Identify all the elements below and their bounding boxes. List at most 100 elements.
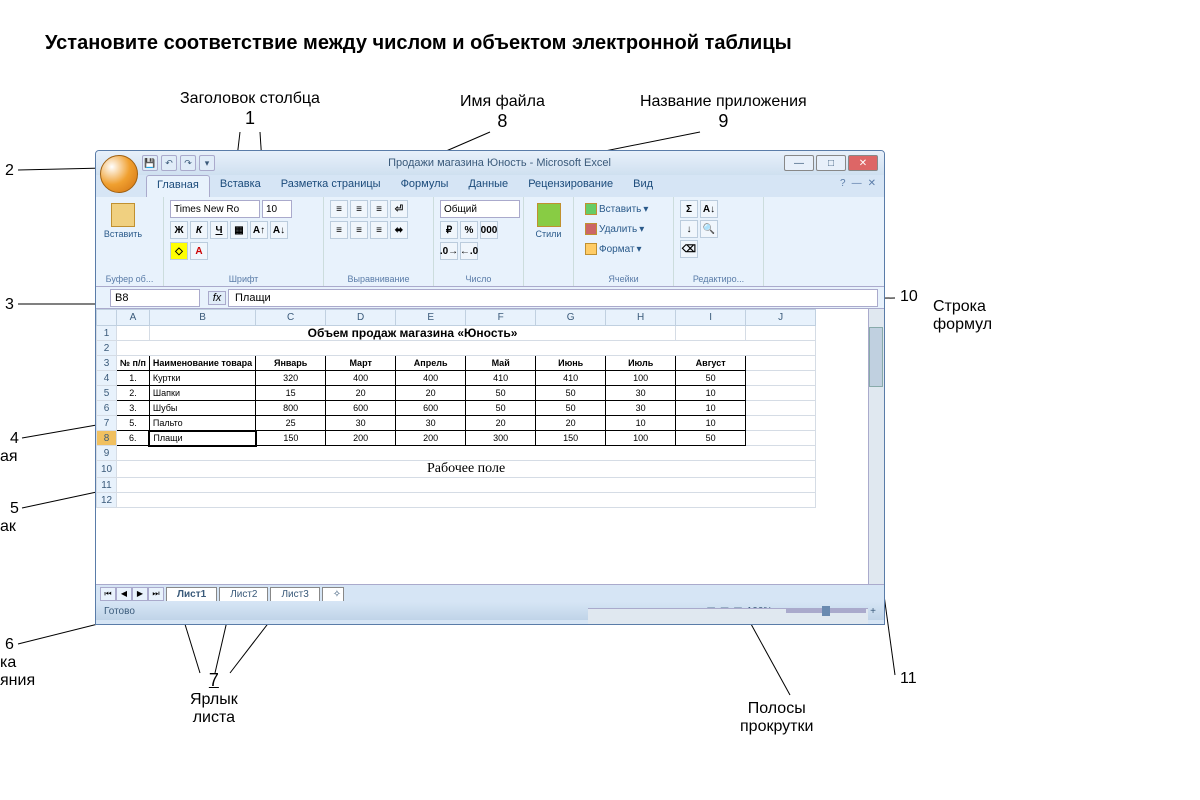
data-header-cell[interactable]: Январь [256, 356, 326, 371]
vertical-scrollbar[interactable] [868, 309, 884, 584]
tab-data[interactable]: Данные [458, 175, 518, 197]
data-header-cell[interactable]: Май [466, 356, 536, 371]
data-cell[interactable]: 1. [117, 371, 150, 386]
select-all-corner[interactable] [97, 310, 117, 326]
data-cell[interactable]: 320 [256, 371, 326, 386]
sheet-tab-3[interactable]: Лист3 [270, 587, 319, 601]
data-cell[interactable]: Шапки [149, 386, 255, 401]
data-cell[interactable]: 600 [396, 401, 466, 416]
row-header[interactable]: 8 [97, 431, 117, 446]
zoom-in-button[interactable]: + [870, 606, 876, 617]
font-name-combo[interactable] [170, 200, 260, 218]
styles-button[interactable]: Стили [530, 200, 567, 283]
merge-button[interactable]: ⬌ [390, 221, 408, 239]
data-cell[interactable]: 400 [396, 371, 466, 386]
data-cell[interactable]: 15 [256, 386, 326, 401]
data-cell[interactable]: 20 [396, 386, 466, 401]
data-cell[interactable]: 800 [256, 401, 326, 416]
font-color-button[interactable]: A [190, 242, 208, 260]
col-header-i[interactable]: I [676, 310, 746, 326]
sort-button[interactable]: A↓ [700, 200, 718, 218]
data-cell[interactable]: 20 [326, 386, 396, 401]
data-cell[interactable]: 10 [676, 401, 746, 416]
comma-button[interactable]: 000 [480, 221, 498, 239]
col-header-h[interactable]: H [606, 310, 676, 326]
tab-review[interactable]: Рецензирование [518, 175, 623, 197]
number-format-combo[interactable] [440, 200, 520, 218]
inc-decimal-button[interactable]: .0→ [440, 242, 458, 260]
border-button[interactable]: ▦ [230, 221, 248, 239]
office-button[interactable] [100, 155, 138, 193]
data-cell[interactable]: Плащи [149, 431, 255, 446]
data-cell[interactable]: 200 [396, 431, 466, 446]
name-box[interactable] [110, 289, 200, 307]
data-cell[interactable]: 300 [466, 431, 536, 446]
insert-cells-button[interactable]: Вставить ▾ [580, 200, 667, 218]
wrap-button[interactable]: ⏎ [390, 200, 408, 218]
row-header[interactable]: 11 [97, 478, 117, 493]
data-cell[interactable]: 10 [676, 416, 746, 431]
undo-icon[interactable]: ↶ [161, 155, 177, 171]
save-icon[interactable]: 💾 [142, 155, 158, 171]
data-cell[interactable]: 3. [117, 401, 150, 416]
data-cell[interactable]: 100 [606, 371, 676, 386]
col-header-c[interactable]: C [256, 310, 326, 326]
font-grow-button[interactable]: A↑ [250, 221, 268, 239]
row-header[interactable]: 1 [97, 326, 117, 341]
help-icon[interactable]: ? [840, 178, 846, 194]
fill-color-button[interactable]: ◇ [170, 242, 188, 260]
data-cell[interactable]: Пальто [149, 416, 255, 431]
redo-icon[interactable]: ↷ [180, 155, 196, 171]
row-header[interactable]: 10 [97, 461, 117, 478]
find-button[interactable]: 🔍 [700, 220, 718, 238]
data-cell[interactable]: 6. [117, 431, 150, 446]
font-shrink-button[interactable]: A↓ [270, 221, 288, 239]
tab-home[interactable]: Главная [146, 175, 210, 197]
data-header-cell[interactable]: Март [326, 356, 396, 371]
currency-button[interactable]: ₽ [440, 221, 458, 239]
tab-insert[interactable]: Вставка [210, 175, 271, 197]
paste-button[interactable]: Вставить [102, 200, 144, 273]
data-cell[interactable]: 600 [326, 401, 396, 416]
data-cell[interactable]: 25 [256, 416, 326, 431]
data-cell[interactable]: 410 [536, 371, 606, 386]
data-cell[interactable]: Куртки [149, 371, 255, 386]
data-cell[interactable]: 50 [466, 401, 536, 416]
close-button[interactable]: ✕ [848, 155, 878, 171]
minimize-button[interactable]: — [784, 155, 814, 171]
new-sheet-button[interactable]: ✧ [322, 587, 344, 601]
qat-more-icon[interactable]: ▾ [199, 155, 215, 171]
row-header[interactable]: 7 [97, 416, 117, 431]
col-header-a[interactable]: A [117, 310, 150, 326]
data-header-cell[interactable]: Июль [606, 356, 676, 371]
doc-close-icon[interactable]: ✕ [868, 178, 876, 194]
col-header-e[interactable]: E [396, 310, 466, 326]
data-cell[interactable]: 20 [466, 416, 536, 431]
row-header[interactable]: 5 [97, 386, 117, 401]
dec-decimal-button[interactable]: ←.0 [460, 242, 478, 260]
minimize-ribbon-icon[interactable]: — [852, 178, 862, 194]
data-cell[interactable]: 10 [606, 416, 676, 431]
col-header-d[interactable]: D [326, 310, 396, 326]
tab-view[interactable]: Вид [623, 175, 663, 197]
italic-button[interactable]: К [190, 221, 208, 239]
underline-button[interactable]: Ч [210, 221, 228, 239]
row-header[interactable]: 9 [97, 446, 117, 461]
data-cell[interactable]: 10 [676, 386, 746, 401]
worksheet-grid[interactable]: A B C D E F G H I J 1Объем продаж магази… [96, 309, 884, 584]
zoom-slider[interactable] [786, 609, 866, 613]
data-header-cell[interactable]: Апрель [396, 356, 466, 371]
fill-button[interactable]: ↓ [680, 220, 698, 238]
row-header[interactable]: 2 [97, 341, 117, 356]
data-cell[interactable]: 150 [256, 431, 326, 446]
tab-layout[interactable]: Разметка страницы [271, 175, 391, 197]
data-cell[interactable]: 400 [326, 371, 396, 386]
align-bot-button[interactable]: ≡ [370, 200, 388, 218]
data-cell[interactable]: 50 [676, 431, 746, 446]
prev-sheet-button[interactable]: ◀ [116, 587, 132, 601]
data-cell[interactable]: 150 [536, 431, 606, 446]
row-header[interactable]: 4 [97, 371, 117, 386]
row-header[interactable]: 6 [97, 401, 117, 416]
tab-formulas[interactable]: Формулы [391, 175, 459, 197]
bold-button[interactable]: Ж [170, 221, 188, 239]
